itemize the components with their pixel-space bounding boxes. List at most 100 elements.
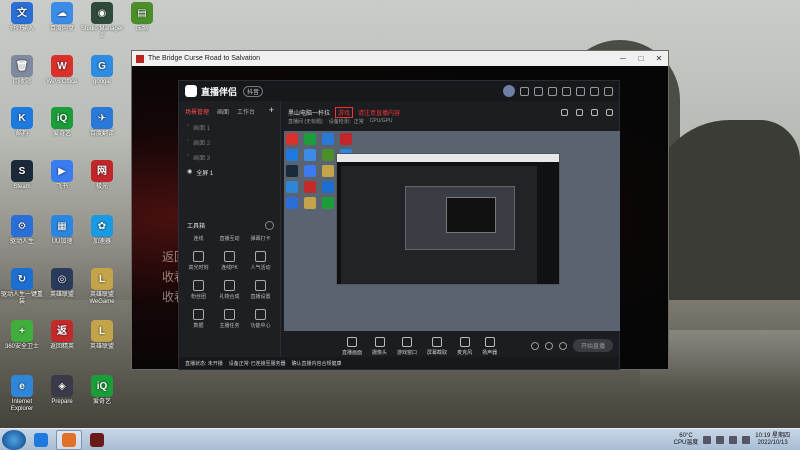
desktop-icon-label: 回收站 xyxy=(12,79,31,85)
window-titlebar[interactable]: The Bridge Curse Road to Salvation ─ □ ✕ xyxy=(132,51,668,66)
tool-item[interactable]: 直播互动 xyxy=(214,235,245,242)
menu-icon[interactable] xyxy=(576,86,585,96)
stream-preview[interactable] xyxy=(284,131,620,331)
gift-icon[interactable] xyxy=(534,86,543,96)
start-live-button[interactable]: 开始直播 xyxy=(572,339,613,352)
source-control[interactable]: 游戏窗口 xyxy=(397,337,417,356)
desktop-icon[interactable]: L 英雄联盟 xyxy=(80,320,124,351)
tool-item[interactable]: 连线 xyxy=(183,235,214,242)
app-icon: iQ xyxy=(91,375,113,397)
tool-label: 功能中心 xyxy=(250,323,271,329)
desktop-icon[interactable]: ▤ 压缩 xyxy=(120,2,164,33)
tool-item[interactable]: 人气活动 xyxy=(245,251,276,271)
scene-item[interactable]: ◦ 画面 3 xyxy=(179,150,280,165)
desktop-icon[interactable]: ↻ 驱动人生一键重装 xyxy=(0,268,44,306)
close-button[interactable]: ✕ xyxy=(650,52,668,66)
desktop-icon[interactable]: ✿ 加速器 xyxy=(80,215,124,246)
desktop-icon[interactable]: iQ 爱奇艺 xyxy=(80,375,124,406)
maximize-button[interactable]: □ xyxy=(632,52,650,66)
desktop-icon[interactable]: e Internet Explorer xyxy=(0,375,44,413)
tool-item[interactable]: 连线PK xyxy=(214,251,245,271)
close-icon[interactable] xyxy=(604,86,613,96)
minimize-button[interactable]: ─ xyxy=(614,52,632,66)
camera-icon[interactable] xyxy=(530,341,539,350)
desktop-icon[interactable]: ⚙ 驱动人生 xyxy=(0,215,44,246)
taskbar-item-kugou[interactable] xyxy=(28,430,54,450)
network-icon[interactable] xyxy=(729,435,738,444)
tool-item[interactable]: 粉丝团 xyxy=(183,280,214,300)
desktop-icon[interactable]: ◎ 英雄联盟 xyxy=(40,268,84,299)
cpu-temp[interactable]: 60°C CPU温度 xyxy=(674,433,699,447)
room-category-tag[interactable]: 游戏 xyxy=(335,106,354,118)
minimize-icon[interactable] xyxy=(590,86,599,96)
scene-item[interactable]: ◦ 画面 2 xyxy=(179,135,280,150)
app-icon: ◉ xyxy=(91,2,113,24)
start-button[interactable] xyxy=(2,429,26,450)
clock[interactable]: 10:19 星期四 2022/10/13 xyxy=(755,433,790,447)
tool-item[interactable]: 功能中心 xyxy=(245,309,276,329)
toolbox-more-icon[interactable] xyxy=(265,221,274,230)
platform-badge[interactable]: 抖音 xyxy=(243,85,264,97)
scene-eye-icon[interactable]: ◉ xyxy=(187,168,192,177)
tool-item[interactable]: 主播任务 xyxy=(214,309,245,329)
desktop-icon[interactable]: ✈ 百度翻译 xyxy=(80,107,124,138)
desktop-icon[interactable]: ☁ 百度网盘 xyxy=(40,2,84,33)
source-control[interactable]: 摄像头 xyxy=(372,337,387,356)
toolbox-header: 工具箱 xyxy=(187,221,274,230)
desktop-icon[interactable]: 网极光 xyxy=(80,160,124,191)
desktop-icon[interactable]: iQ 爱奇艺 xyxy=(40,107,84,138)
scene-eye-icon[interactable]: ◦ xyxy=(187,123,189,132)
scene-item[interactable]: ◦ 画面 1 xyxy=(179,120,280,135)
desktop-icon[interactable]: +360安全卫士 xyxy=(0,320,44,351)
room-title[interactable]: 黑山电脑一杆拉 xyxy=(288,108,330,117)
desktop-icon[interactable]: K 酷狗 xyxy=(0,107,44,138)
desktop-icon[interactable]: 🗑 回收站 xyxy=(0,55,44,86)
add-scene-button[interactable]: + xyxy=(269,106,274,116)
tool-item[interactable]: 礼物合成 xyxy=(214,280,245,300)
tab-canvas[interactable]: 画面 xyxy=(217,107,229,116)
source-control[interactable]: 屏幕截取 xyxy=(427,337,447,356)
source-control[interactable]: 直播画面 xyxy=(342,337,362,356)
scene-eye-icon[interactable]: ◦ xyxy=(187,138,189,147)
taskbar-item-game[interactable] xyxy=(84,430,110,450)
tool-item[interactable]: 弹幕打卡 xyxy=(245,235,276,242)
preview-icon xyxy=(322,133,334,145)
volume-icon[interactable] xyxy=(742,435,751,444)
scene-item-active[interactable]: ◉ 全屏 1 xyxy=(179,165,280,180)
help-icon[interactable] xyxy=(544,341,553,350)
desktop-icon[interactable]: ◉ Studio Manager 2 xyxy=(80,2,124,40)
tool-item[interactable]: 高光时刻 xyxy=(183,251,214,271)
preview-icon xyxy=(322,181,334,193)
tab-scenes[interactable]: 场景管理 xyxy=(185,107,209,116)
more-icon[interactable] xyxy=(606,108,613,116)
tool-item[interactable]: 数据 xyxy=(183,309,214,329)
avatar[interactable] xyxy=(503,85,515,97)
desktop-icon[interactable]: ▶ 飞书 xyxy=(40,160,84,191)
gear-icon[interactable] xyxy=(558,341,567,350)
message-icon[interactable] xyxy=(520,86,529,96)
preview-icon xyxy=(286,165,298,177)
taskbar-item-live[interactable] xyxy=(56,429,82,450)
status-text: 设备正常·已连接至服务器 xyxy=(228,360,286,367)
shop-icon[interactable] xyxy=(548,86,557,96)
lock-icon[interactable] xyxy=(576,108,583,116)
share-icon[interactable] xyxy=(561,108,568,116)
bell-icon[interactable] xyxy=(591,108,598,116)
desktop-icon[interactable]: ▦ UU加速 xyxy=(40,215,84,246)
tray-icon[interactable] xyxy=(716,435,725,444)
tool-item[interactable]: 直播设置 xyxy=(245,280,276,300)
source-control[interactable]: 扬声器 xyxy=(482,337,497,356)
source-control[interactable]: 麦克风 xyxy=(457,337,472,356)
desktop-icon[interactable]: Ggoogle xyxy=(80,55,124,86)
tab-workbench[interactable]: 工作台 xyxy=(237,107,255,116)
desktop-icon[interactable]: ◈ Prepare xyxy=(40,375,84,406)
desktop-icon[interactable]: S Steam xyxy=(0,160,44,191)
desktop-icon[interactable]: L 英雄联盟 WeGame xyxy=(80,268,124,306)
source-icon xyxy=(459,337,470,347)
desktop-icon[interactable]: 返返回精英 xyxy=(40,320,84,351)
settings-icon[interactable] xyxy=(562,86,571,96)
scene-eye-icon[interactable]: ◦ xyxy=(187,153,189,162)
desktop-icon[interactable]: 文好好输入 xyxy=(0,2,44,33)
desktop-icon[interactable]: W WPS Office xyxy=(40,55,84,86)
tray-icon[interactable] xyxy=(703,435,712,444)
